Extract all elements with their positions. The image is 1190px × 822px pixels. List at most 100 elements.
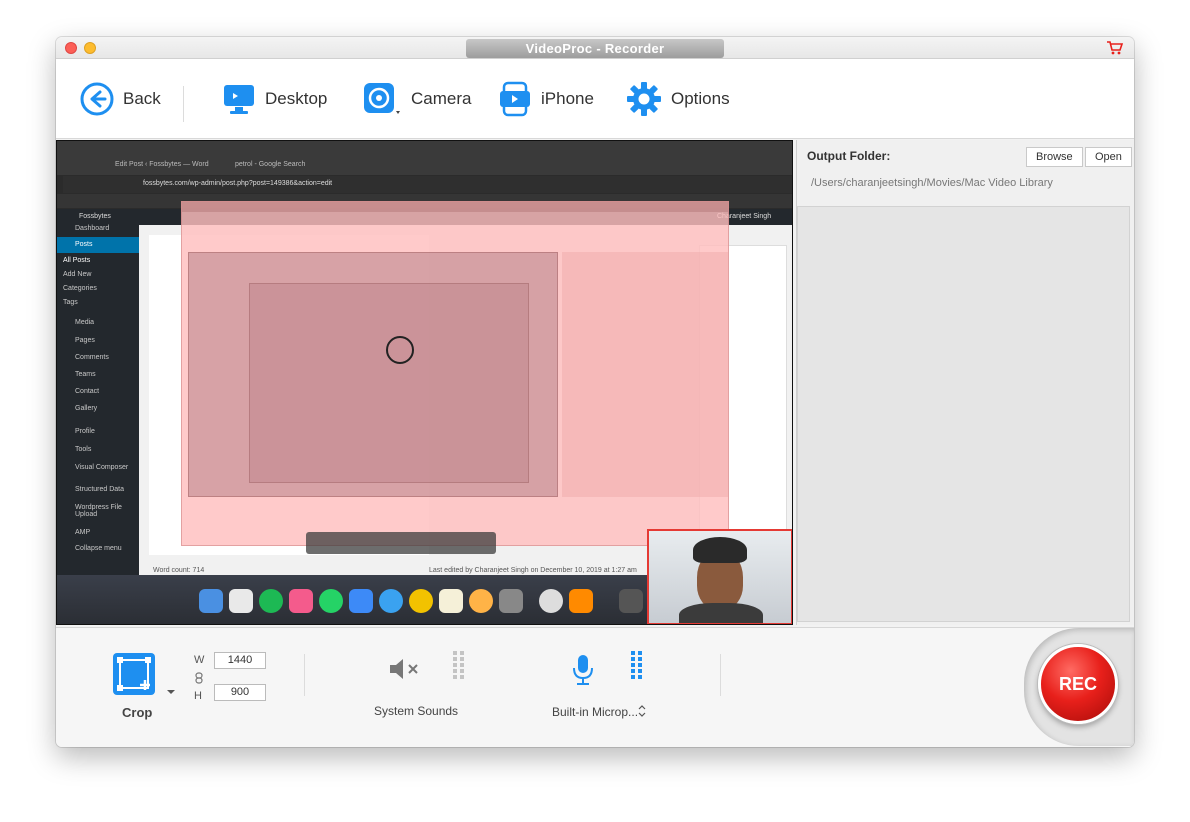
preview-menu-item: Wordpress File Upload (75, 504, 122, 518)
preview-dock-appstore-icon (379, 589, 403, 613)
preview-menu-item: Add New (63, 271, 92, 278)
preview-menu-item: Posts (75, 241, 93, 248)
preview-menu-item: Dashboard (75, 225, 110, 232)
back-button[interactable]: Back (80, 59, 161, 139)
output-folder-label: Output Folder: (807, 149, 891, 163)
microphone-select-chevron-icon[interactable] (638, 705, 646, 717)
height-field[interactable]: 900 (214, 684, 266, 701)
back-arrow-icon (80, 82, 114, 116)
preview-wp-site: Fossbytes (79, 213, 111, 220)
width-letter: W (194, 654, 205, 666)
crop-button[interactable] (112, 652, 158, 696)
title-bar: VideoProc - Recorder (56, 37, 1134, 59)
output-panel: Output Folder: Browse Open /Users/charan… (796, 140, 1134, 625)
microphone-button[interactable] (572, 654, 594, 691)
preview-url: fossbytes.com/wp-admin/post.php?post=149… (143, 180, 333, 187)
microphone-label[interactable]: Built-in Microp... (552, 705, 638, 719)
desktop-icon (224, 85, 254, 114)
close-window-button[interactable] (65, 42, 77, 54)
preview-dock-finder-icon (199, 589, 223, 613)
iphone-button[interactable]: iPhone (498, 59, 594, 139)
cart-icon[interactable] (1106, 40, 1124, 56)
preview-dock-vlc-icon (569, 589, 593, 613)
crop-icon (113, 653, 155, 695)
preview-camera-target-icon (386, 336, 414, 364)
system-sounds-label: System Sounds (374, 704, 459, 718)
desktop-label: Desktop (265, 89, 328, 108)
bottom-controls: Crop W 1440 H 900 System Sounds Built-in… (56, 627, 1134, 747)
camera-label: Camera (411, 89, 472, 108)
preview-menu-item: Gallery (75, 405, 98, 412)
preview-posts-highlight (57, 237, 139, 253)
toolbar-divider (183, 86, 184, 122)
gear-icon (627, 82, 661, 116)
preview-dock-slack-icon (229, 589, 253, 613)
recorder-window: VideoProc - Recorder Back Desktop Camera… (56, 37, 1134, 747)
preview-dock-whatsapp-icon (319, 589, 343, 613)
preview-menu-item: Teams (75, 371, 96, 378)
output-panel-body (797, 206, 1130, 622)
preview-dock-safari-icon (349, 589, 373, 613)
microphone-icon (573, 655, 593, 685)
preview-dock-chrome-icon (409, 589, 433, 613)
desktop-button[interactable]: Desktop (222, 59, 327, 139)
open-button[interactable]: Open (1085, 147, 1132, 167)
iphone-icon (500, 81, 530, 117)
preview-menu-item: Structured Data (75, 486, 125, 493)
mic-volume-level-icon[interactable] (630, 650, 644, 684)
rec-button-dock: REC (1024, 628, 1134, 746)
output-path: /Users/charanjeetsingh/Movies/Mac Video … (811, 177, 1053, 189)
preview-menu-item: All Posts (63, 257, 91, 264)
preview-dock-trash-icon (619, 589, 643, 613)
preview-dock-photos-icon (469, 589, 493, 613)
preview-menu-item: Profile (75, 428, 95, 435)
preview-menu-item: Pages (75, 337, 95, 344)
system-volume-level-icon[interactable] (452, 650, 466, 684)
preview-nested-screen-2 (249, 283, 529, 483)
preview-wp-sidebar: Dashboard Posts All Posts Add New Catego… (57, 225, 139, 575)
preview-word-count: Word count: 714 (153, 567, 205, 574)
iphone-label: iPhone (541, 89, 594, 108)
height-letter: H (194, 690, 202, 702)
camera-button[interactable]: Camera (362, 59, 471, 139)
preview-tab-1: Edit Post ‹ Fossbytes — Word (115, 161, 209, 168)
preview-menu-item: Contact (75, 388, 100, 395)
preview-webcam-shirt (679, 603, 763, 623)
preview-menu-item: Visual Composer (75, 464, 129, 471)
preview-dock-videoproc-icon (539, 589, 563, 613)
toolbar: Back Desktop Camera iPhone Options (56, 59, 1134, 139)
preview-menu-item: Collapse menu (75, 545, 122, 552)
back-label: Back (123, 89, 161, 108)
preview-menu-item: Media (75, 319, 95, 326)
preview-nested-options-bar (306, 532, 496, 554)
bottom-divider-2 (720, 654, 721, 696)
window-title: VideoProc - Recorder (466, 39, 724, 58)
minimize-window-button[interactable] (84, 42, 96, 54)
preview-menu-item: Tags (63, 299, 78, 306)
preview-menu-item: Comments (75, 354, 109, 361)
speaker-muted-icon (390, 659, 418, 679)
browse-button[interactable]: Browse (1026, 147, 1083, 167)
preview-webcam-overlay[interactable] (647, 529, 792, 624)
options-button[interactable]: Options (626, 59, 730, 139)
rec-button[interactable]: REC (1038, 644, 1118, 724)
preview-nested-recorder (181, 201, 729, 554)
preview-menu-item: Categories (63, 285, 97, 292)
preview-nested-titlebar (182, 202, 728, 212)
preview-dock-spotify-icon (259, 589, 283, 613)
crop-dropdown-icon[interactable] (166, 689, 176, 695)
preview-menu-item: Tools (75, 446, 92, 453)
bottom-divider (304, 654, 305, 696)
preview-last-edited: Last edited by Charanjeet Singh on Decem… (429, 567, 637, 574)
system-sounds-button[interactable] (388, 656, 424, 687)
screen-preview[interactable]: Edit Post ‹ Fossbytes — Word petrol - Go… (56, 140, 793, 625)
width-field[interactable]: 1440 (214, 652, 266, 669)
preview-tab-2: petrol - Google Search (235, 161, 306, 168)
crop-label: Crop (122, 705, 153, 720)
preview-dock-settings-icon (499, 589, 523, 613)
options-label: Options (671, 89, 730, 108)
preview-webcam-turban (693, 537, 747, 563)
preview-dock-notes-icon (439, 589, 463, 613)
preview-browser-tabs: Edit Post ‹ Fossbytes — Word petrol - Go… (57, 141, 792, 175)
link-icon[interactable] (195, 672, 203, 684)
